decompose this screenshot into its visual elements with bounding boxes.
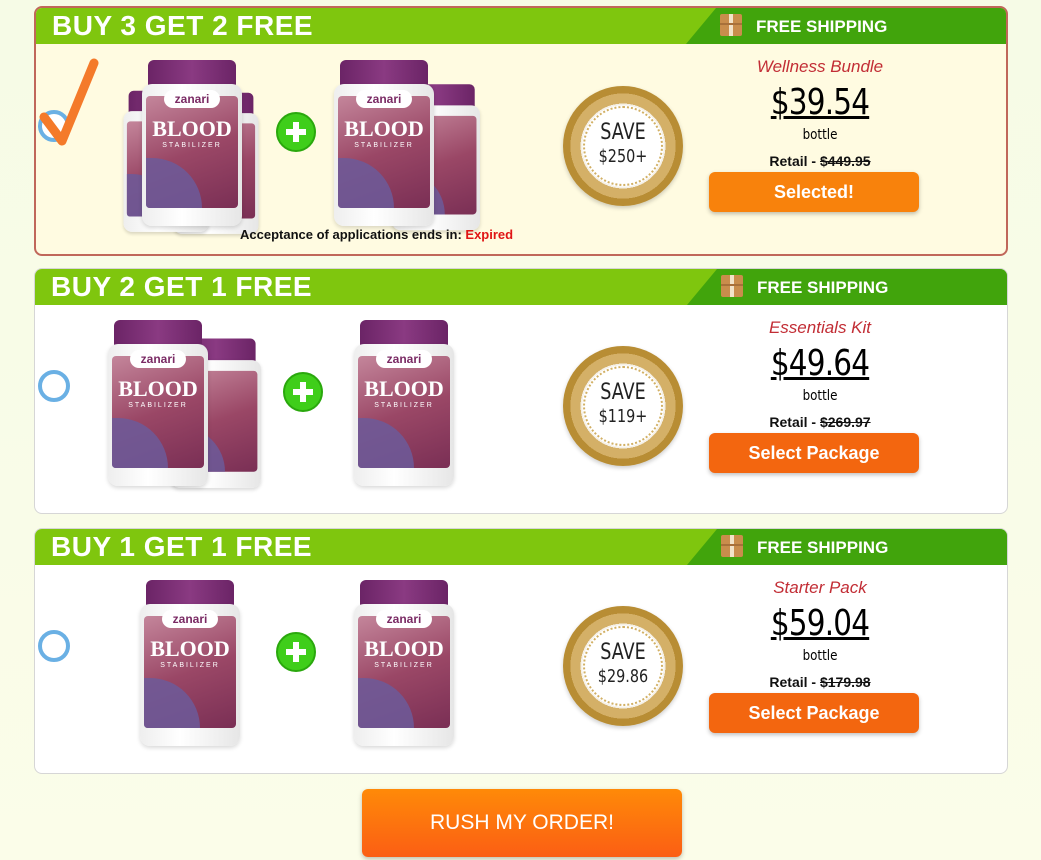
bottle-title: BLOOD [364,376,444,401]
bottle-title: BLOOD [152,116,232,141]
bottle-title: BLOOD [364,636,444,661]
save-amount: $250+ [598,146,648,167]
product-bottle: zanari BLOOD STABILIZER [140,60,244,230]
bottle-subtitle: STABILIZER [374,662,434,669]
bottle-brand: zanari [162,610,218,628]
bottle-subtitle: STABILIZER [374,402,434,409]
price-unit: bottle [802,648,838,664]
shipping-label: FREE SHIPPING [756,17,888,36]
bottle-brand: zanari [164,90,220,108]
bottle-title: BLOOD [118,376,198,401]
package-box-icon [721,275,743,297]
retail-price: Retail - $449.95 [700,153,940,169]
bottle-subtitle: STABILIZER [160,662,220,669]
package-price: $49.64 [770,343,870,384]
retail-old-price: $449.95 [819,153,871,169]
bottle-subtitle: STABILIZER [354,142,414,149]
price-unit: bottle [802,388,838,404]
package-name: Starter Pack [773,578,867,597]
package-header: BUY 3 GET 2 FREE FREE SHIPPING [36,8,1006,44]
acceptance-label: Acceptance of applications ends in: [240,227,462,242]
package-radio-buy2[interactable] [38,370,70,402]
shipping-label: FREE SHIPPING [757,538,889,557]
plus-icon [276,632,316,672]
retail-label: Retail - [769,414,817,430]
plus-icon [283,372,323,412]
bottle-brand: zanari [130,350,186,368]
bottle-brand: zanari [376,350,432,368]
package-box-icon [720,14,742,36]
package-price: $39.54 [770,82,870,123]
select-package-button[interactable]: Selected! [709,172,919,212]
shipping-label: FREE SHIPPING [757,278,889,297]
product-bottle: zanari BLOOD STABILIZER [106,320,210,490]
save-amount: $29.86 [597,666,649,687]
bottle-brand: zanari [376,610,432,628]
package-name: Wellness Bundle [756,57,884,76]
checkmark-icon [39,58,99,146]
package-header: BUY 1 GET 1 FREE FREE SHIPPING [35,529,1007,565]
bottle-brand: zanari [356,90,412,108]
package-headline: BUY 2 GET 1 FREE [51,271,313,302]
bottle-subtitle: STABILIZER [162,142,222,149]
price-unit: bottle [802,127,838,143]
bottle-title: BLOOD [344,116,424,141]
save-label: SAVE [600,380,646,405]
package-radio-buy1[interactable] [38,630,70,662]
save-label: SAVE [600,120,646,145]
bottle-subtitle: STABILIZER [128,402,188,409]
save-seal: SAVE $29.86 [563,606,683,726]
retail-price: Retail - $179.98 [700,674,940,690]
rush-order-button[interactable]: RUSH MY ORDER! [362,789,682,857]
plus-icon [276,112,316,152]
select-package-button[interactable]: Select Package [709,433,919,473]
shipping-banner: FREE SHIPPING [687,269,1007,305]
package-headline: BUY 3 GET 2 FREE [52,10,314,41]
save-label: SAVE [600,640,646,665]
retail-label: Retail - [769,674,817,690]
save-amount: $119+ [598,406,648,427]
package-box-icon [721,535,743,557]
shipping-banner: FREE SHIPPING [687,529,1007,565]
product-bottle: zanari BLOOD STABILIZER [352,320,456,490]
package-price: $59.04 [770,603,870,644]
retail-price: Retail - $269.97 [700,414,940,430]
shipping-banner: FREE SHIPPING [686,8,1006,44]
package-headline: BUY 1 GET 1 FREE [51,531,313,562]
retail-old-price: $269.97 [819,414,871,430]
retail-label: Retail - [769,153,817,169]
retail-old-price: $179.98 [819,674,871,690]
package-header: BUY 2 GET 1 FREE FREE SHIPPING [35,269,1007,305]
save-seal: SAVE $250+ [563,86,683,206]
select-package-button[interactable]: Select Package [709,693,919,733]
package-name: Essentials Kit [768,318,872,337]
product-bottle: zanari BLOOD STABILIZER [138,580,242,750]
product-bottle: zanari BLOOD STABILIZER [332,60,436,230]
product-bottle: zanari BLOOD STABILIZER [352,580,456,750]
acceptance-status: Expired [465,227,514,242]
save-seal: SAVE $119+ [563,346,683,466]
acceptance-notice: Acceptance of applications ends in: Expi… [240,227,513,242]
bottle-title: BLOOD [150,636,230,661]
